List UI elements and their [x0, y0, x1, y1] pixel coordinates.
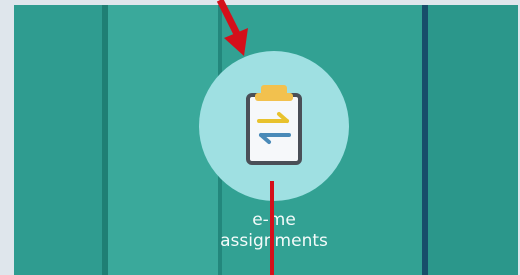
- background-stripe: [428, 5, 518, 275]
- clipboard-transfer-icon[interactable]: [245, 71, 303, 181]
- background-stripe: [14, 5, 102, 275]
- app-label[interactable]: e-me assignments: [197, 210, 351, 252]
- screenshot-frame: e-me assignments: [0, 0, 520, 275]
- red-guide-line: [270, 181, 274, 275]
- red-arrow-annotation-icon: [216, 0, 248, 56]
- app-label-line1: e-me: [252, 210, 296, 230]
- app-label-line2: assignments: [220, 231, 328, 251]
- desktop-background: e-me assignments: [14, 5, 518, 275]
